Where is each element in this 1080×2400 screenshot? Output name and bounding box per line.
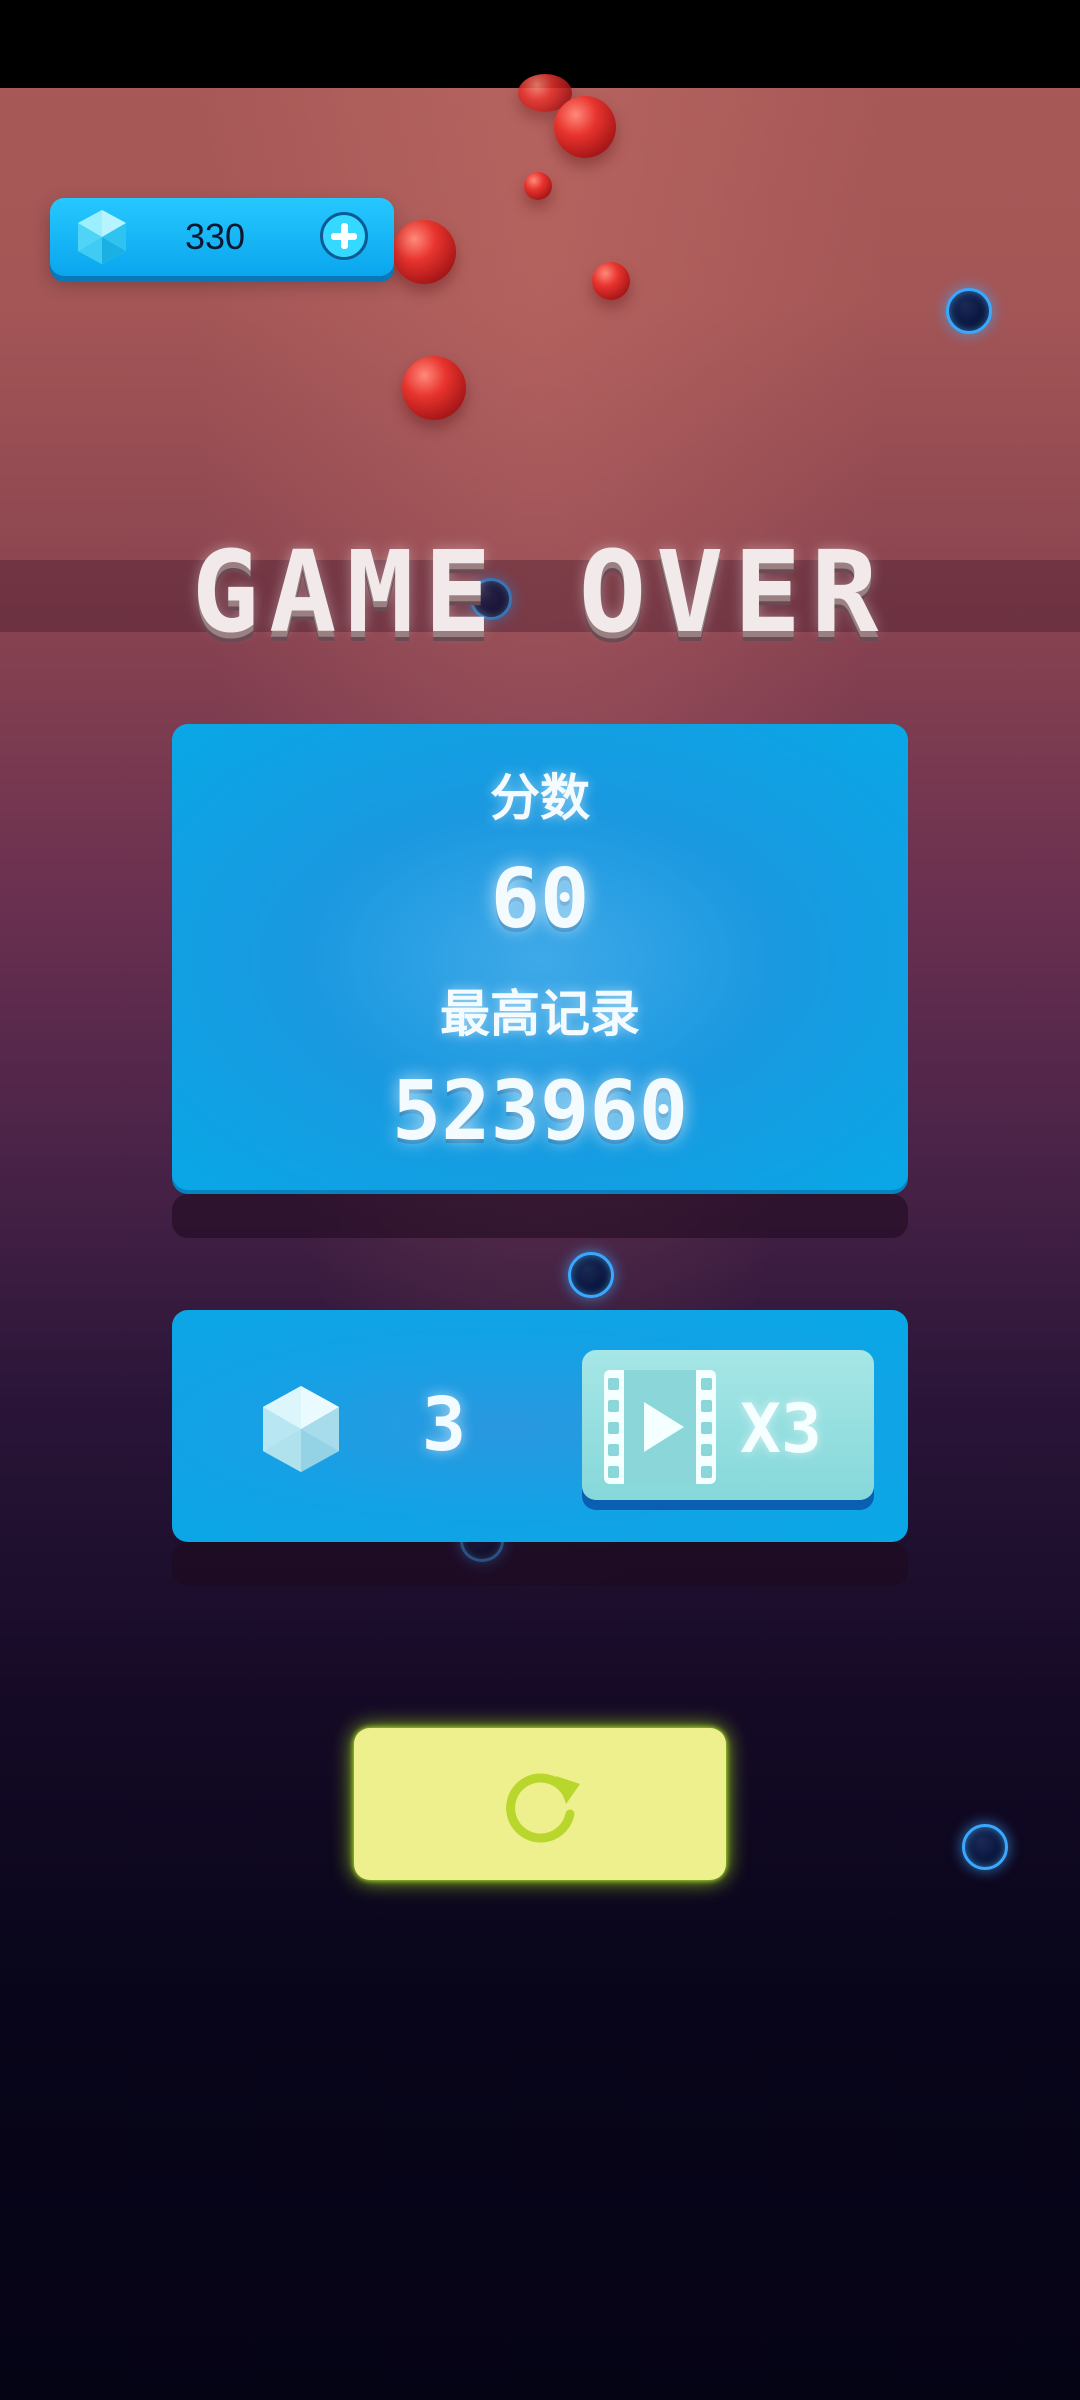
red-ball [554, 96, 616, 158]
score-label: 分数 [490, 769, 590, 827]
restart-icon [506, 1773, 580, 1843]
film-play-icon [604, 1370, 716, 1484]
red-ball [402, 356, 466, 420]
gem-icon [78, 210, 126, 264]
blue-ball [568, 1252, 614, 1298]
red-ball [592, 262, 630, 300]
score-value: 60 [490, 852, 590, 947]
watch-video-triple-button[interactable]: X3 [582, 1350, 874, 1500]
reward-gem-count: 3 [421, 1382, 467, 1468]
red-ball [524, 172, 552, 200]
reward-panel: 3 X3 [172, 1310, 908, 1542]
score-panel: 分数 60 最高记录 523960 [172, 724, 908, 1194]
reward-multiplier: X3 [740, 1390, 822, 1469]
best-record-label: 最高记录 [440, 985, 640, 1043]
plus-icon[interactable] [320, 212, 368, 260]
blue-ball [946, 288, 992, 334]
score-panel-shadow [172, 1194, 908, 1238]
restart-button[interactable] [354, 1728, 726, 1880]
blue-ball [962, 1824, 1008, 1870]
red-ball [392, 220, 456, 284]
reward-panel-shadow [172, 1542, 908, 1586]
gem-icon [263, 1386, 339, 1472]
game-over-title: GAME OVER [191, 528, 889, 658]
best-record-value: 523960 [391, 1064, 689, 1159]
gem-count: 330 [184, 216, 246, 257]
gem-counter: 330 [50, 198, 394, 276]
